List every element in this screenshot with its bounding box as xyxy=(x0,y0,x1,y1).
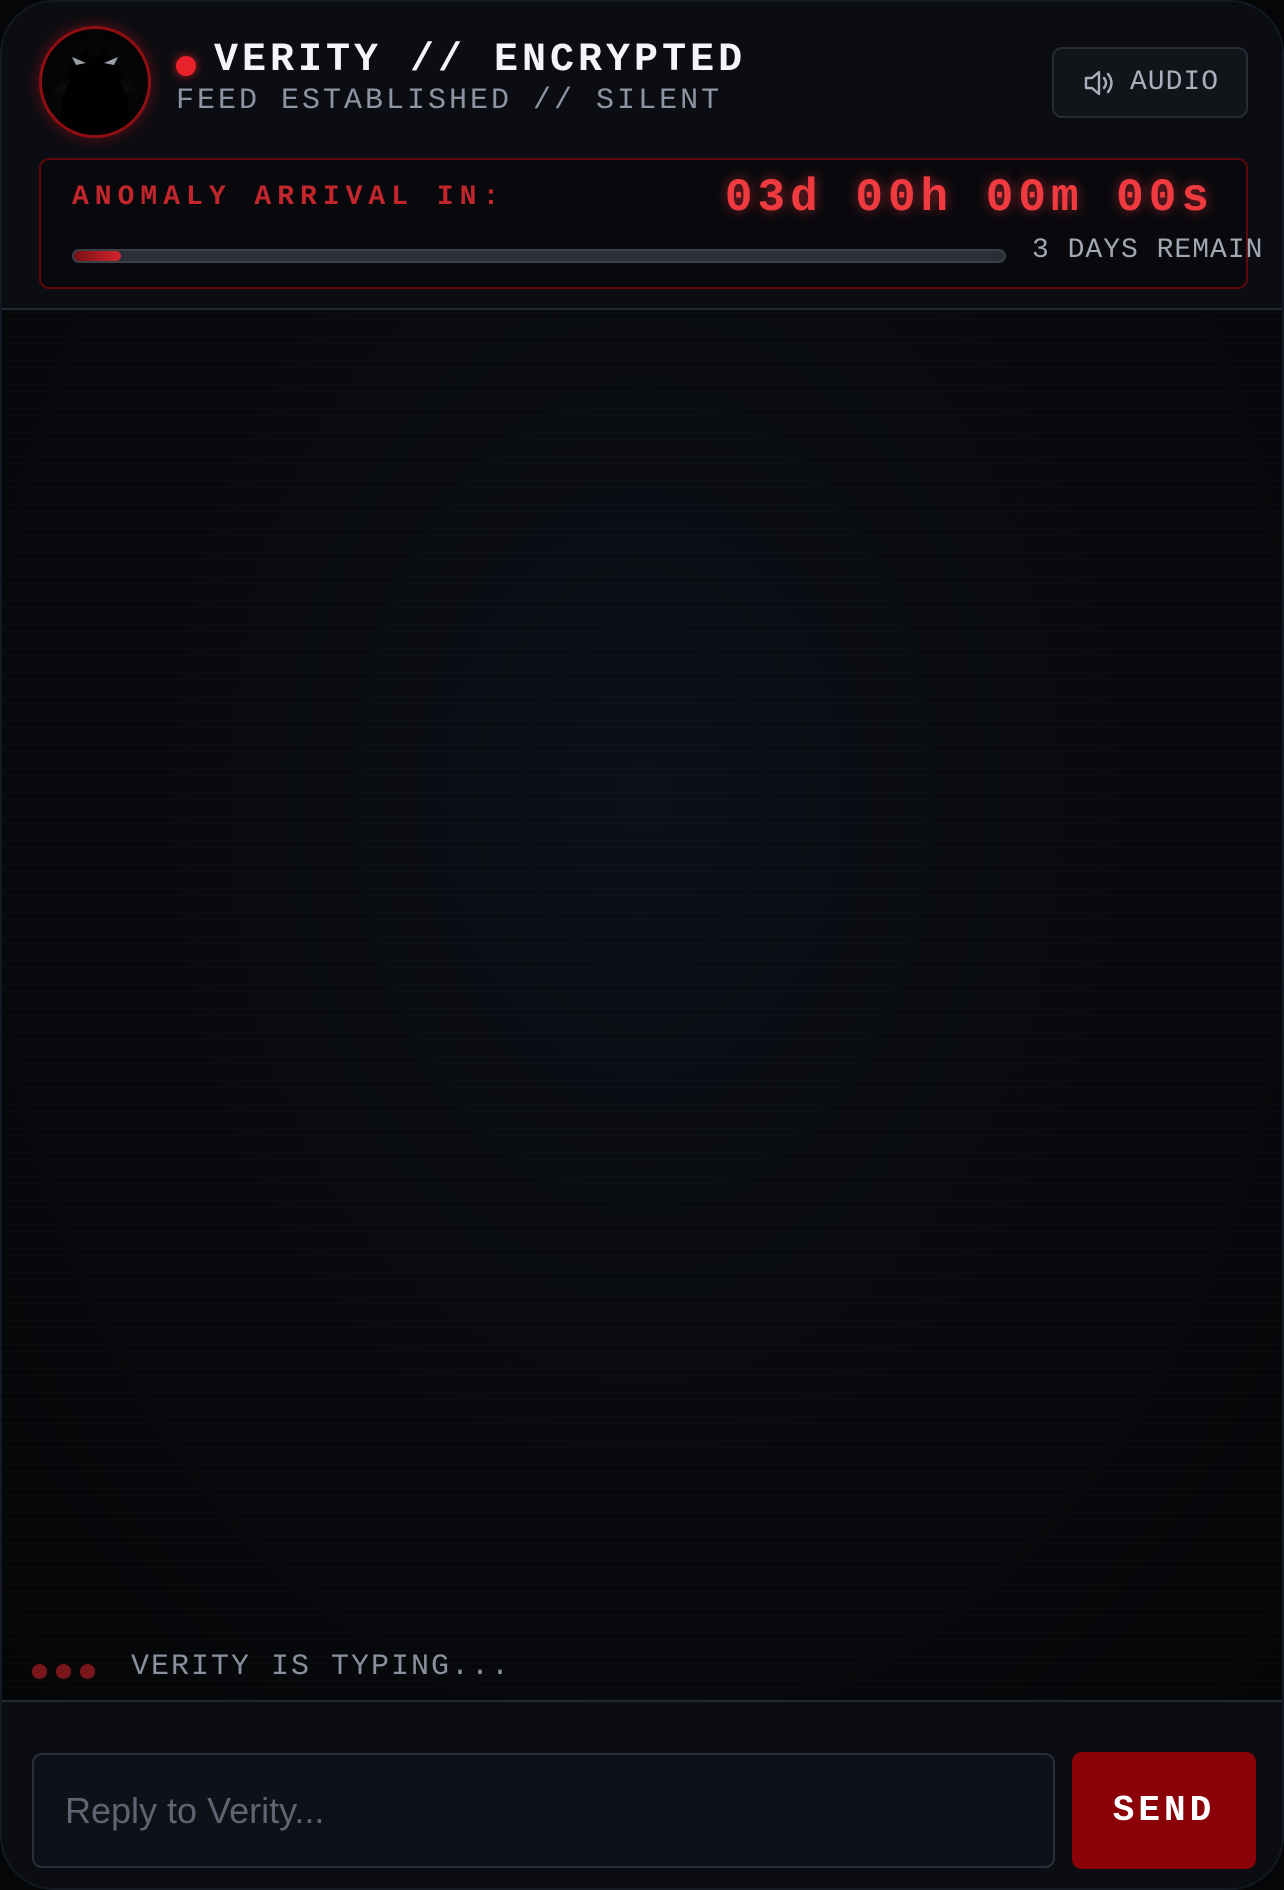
chat-subtitle: FEED ESTABLISHED // SILENT xyxy=(176,84,723,118)
typing-indicator-text: VERITY IS TYPING... xyxy=(131,1650,512,1684)
hooded-figure-icon xyxy=(52,49,138,135)
avatar xyxy=(39,26,151,138)
audio-button[interactable]: AUDIO xyxy=(1052,47,1248,118)
chat-title: VERITY // ENCRYPTED xyxy=(214,38,747,83)
send-button[interactable]: SEND xyxy=(1072,1752,1256,1869)
chat-app: VERITY // ENCRYPTED FEED ESTABLISHED // … xyxy=(0,0,1284,1890)
reply-input[interactable] xyxy=(32,1753,1055,1868)
countdown-label: ANOMALY ARRIVAL IN: xyxy=(72,182,506,213)
countdown-progress-bar xyxy=(72,249,1006,263)
countdown-progress-fill xyxy=(74,251,121,261)
typing-indicator: VERITY IS TYPING... xyxy=(2,1640,1282,1696)
typing-dot xyxy=(80,1664,95,1679)
composer: SEND xyxy=(2,1700,1282,1888)
speaker-icon xyxy=(1084,70,1113,95)
typing-dot xyxy=(32,1664,47,1679)
message-feed[interactable] xyxy=(2,312,1282,1700)
days-remaining-text: 3 DAYS REMAIN xyxy=(1032,235,1264,266)
typing-dot xyxy=(56,1664,71,1679)
header: VERITY // ENCRYPTED FEED ESTABLISHED // … xyxy=(2,2,1282,310)
audio-button-label: AUDIO xyxy=(1130,67,1220,98)
countdown-timer: 03d 00h 00m 00s xyxy=(724,172,1214,224)
live-status-dot xyxy=(176,56,196,76)
anomaly-countdown-panel: ANOMALY ARRIVAL IN: 03d 00h 00m 00s 3 DA… xyxy=(39,158,1262,289)
